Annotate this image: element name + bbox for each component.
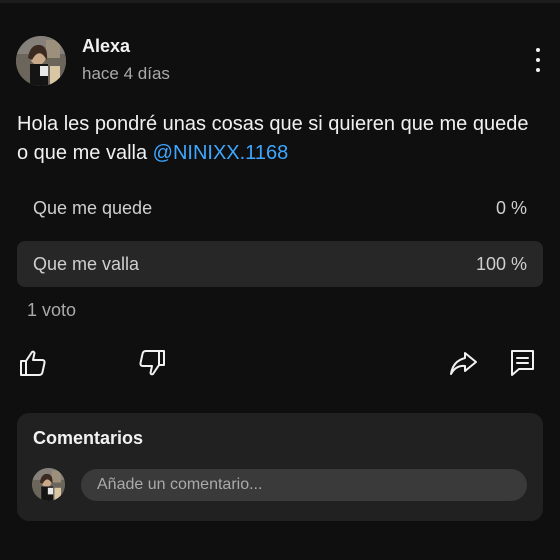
thumbs-up-icon — [20, 350, 46, 376]
thumbs-down-icon — [139, 350, 165, 376]
top-divider — [0, 0, 560, 3]
community-post-page: Alexa hace 4 días Hola les pondré unas c… — [0, 0, 560, 560]
share-icon — [450, 352, 477, 375]
author-name[interactable]: Alexa — [82, 36, 130, 57]
poll-option-label: Que me quede — [33, 197, 153, 218]
mention-link[interactable]: @NINIXX.1168 — [153, 142, 289, 164]
comments-title: Comentarios — [33, 428, 144, 448]
user-avatar — [32, 468, 65, 501]
vote-count: 1 voto — [27, 300, 77, 320]
poll-option-quede[interactable]: Que me quede 0 % — [17, 185, 543, 231]
dislike-button[interactable] — [137, 348, 167, 378]
poll-option-valla[interactable]: Que me valla 100 % — [17, 241, 543, 287]
comment-icon — [511, 350, 534, 376]
post-time[interactable]: hace 4 días — [82, 64, 170, 84]
menu-dot — [536, 48, 540, 52]
share-button[interactable] — [448, 348, 478, 378]
like-button[interactable] — [18, 348, 48, 378]
poll-option-percent: 100 % — [475, 253, 527, 274]
comments-section[interactable]: Comentarios — [17, 413, 543, 521]
menu-dot — [536, 68, 540, 72]
author-avatar[interactable] — [16, 36, 66, 86]
poll-option-label: Que me valla — [33, 253, 140, 274]
comment-input[interactable] — [81, 469, 527, 501]
menu-dot — [536, 58, 540, 62]
poll-option-percent: 0 % — [495, 197, 527, 218]
post-header: Alexa hace 4 días — [16, 34, 544, 90]
post-text: Hola les pondré unas cosas que si quiere… — [17, 110, 537, 168]
comment-button[interactable] — [508, 348, 538, 378]
more-options-icon[interactable] — [532, 46, 544, 74]
